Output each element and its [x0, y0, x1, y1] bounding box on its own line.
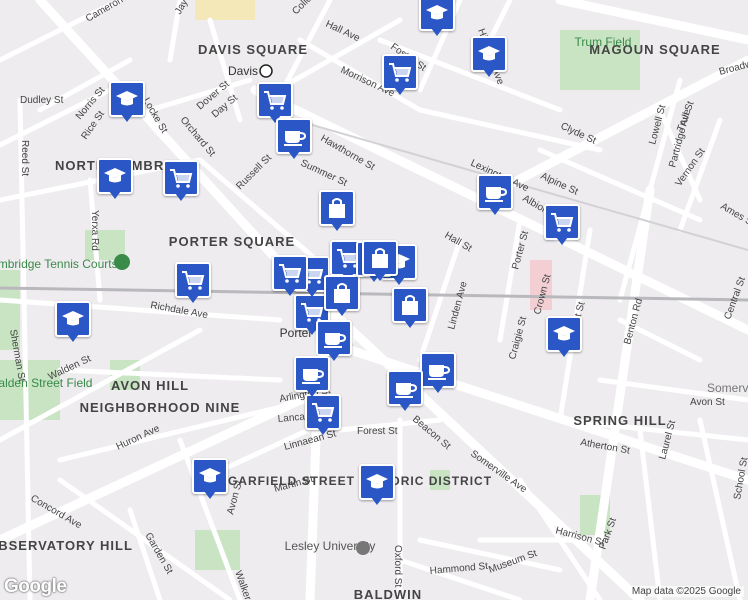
cafe-marker[interactable] — [276, 118, 312, 162]
street-label-yerxa-rd: Yerxa Rd — [89, 210, 100, 251]
shopping-marker[interactable] — [324, 275, 360, 319]
poi-label-trum-field: Trum Field — [575, 35, 632, 49]
school-icon — [97, 158, 133, 194]
marker-tip — [404, 320, 416, 328]
grocery-icon — [257, 82, 293, 118]
area-label-baldwin: BALDWIN — [354, 587, 422, 600]
marker-tip — [204, 491, 216, 499]
cafe-icon — [420, 352, 456, 388]
school-marker[interactable] — [359, 464, 395, 508]
school-icon — [109, 81, 145, 117]
poi-label-walden-field: Walden Street Field — [0, 376, 92, 390]
cafe-icon — [316, 320, 352, 356]
street-label-oxford-st: Oxford St — [392, 545, 403, 587]
marker-tip — [483, 69, 495, 77]
shopping-icon — [392, 287, 428, 323]
school-icon — [546, 316, 582, 352]
poi-label-davis: Davis — [228, 64, 258, 78]
university-icon[interactable] — [356, 541, 370, 555]
marker-tip — [306, 389, 318, 397]
grocery-marker[interactable] — [175, 262, 211, 306]
marker-tip — [431, 28, 443, 36]
cafe-marker[interactable] — [477, 174, 513, 218]
street-label-reed-st: Reed St — [19, 140, 30, 176]
school-icon — [55, 301, 91, 337]
grocery-marker[interactable] — [544, 204, 580, 248]
marker-tip — [67, 334, 79, 342]
area-label-porter-square: PORTER SQUARE — [169, 234, 295, 249]
school-marker[interactable] — [471, 36, 507, 80]
grocery-marker[interactable] — [272, 255, 308, 299]
school-marker[interactable] — [97, 158, 133, 202]
cafe-icon — [294, 356, 330, 392]
area-label-neighborhood-nine: NEIGHBORHOOD NINE — [80, 400, 241, 415]
marker-tip — [187, 295, 199, 303]
school-icon — [359, 464, 395, 500]
map-attribution: Map data ©2025 Google — [628, 586, 744, 597]
shopping-marker[interactable] — [319, 190, 355, 234]
google-logo: Google — [4, 576, 67, 597]
grocery-marker[interactable] — [382, 54, 418, 98]
marker-tip — [399, 403, 411, 411]
marker-tip — [121, 114, 133, 122]
grocery-icon — [382, 54, 418, 90]
cafe-icon — [276, 118, 312, 154]
school-marker[interactable] — [192, 458, 228, 502]
marker-tip — [556, 237, 568, 245]
marker-tip — [284, 288, 296, 296]
park-icon[interactable] — [114, 254, 130, 270]
marker-tip — [432, 385, 444, 393]
grocery-icon — [544, 204, 580, 240]
cafe-marker[interactable] — [294, 356, 330, 400]
marker-tip — [336, 308, 348, 316]
grocery-icon — [163, 160, 199, 196]
shopping-icon — [319, 190, 355, 226]
shopping-icon — [324, 275, 360, 311]
area-label-avon-hill: AVON HILL — [111, 378, 189, 393]
school-marker[interactable] — [109, 81, 145, 125]
highlight-area — [195, 0, 255, 20]
area-label-davis-square: DAVIS SQUARE — [198, 42, 308, 57]
street-label-avon-st: Avon St — [690, 397, 725, 408]
grocery-marker[interactable] — [163, 160, 199, 204]
marker-tip — [288, 151, 300, 159]
poi-label-tennis: Cambridge Tennis Courts — [0, 257, 118, 271]
cafe-icon — [477, 174, 513, 210]
grocery-icon — [272, 255, 308, 291]
grocery-icon — [175, 262, 211, 298]
street-label-forest-st: Forest St — [357, 426, 398, 437]
marker-tip — [489, 207, 501, 215]
school-marker[interactable] — [55, 301, 91, 345]
school-icon — [419, 0, 455, 31]
school-marker[interactable] — [419, 0, 455, 39]
area-label-observatory-hill: OBSERVATORY HILL — [0, 538, 133, 553]
poi-label-somerville: Somerville — [707, 381, 748, 395]
marker-tip — [175, 193, 187, 201]
school-icon — [471, 36, 507, 72]
shopping-marker[interactable] — [362, 240, 398, 284]
school-icon — [192, 458, 228, 494]
marker-tip — [109, 191, 121, 199]
cafe-marker[interactable] — [387, 370, 423, 414]
shopping-icon — [362, 240, 398, 276]
area-label-spring-hill: SPRING HILL — [573, 413, 666, 428]
school-marker[interactable] — [546, 316, 582, 360]
shopping-marker[interactable] — [392, 287, 428, 331]
marker-tip — [394, 87, 406, 95]
marker-tip — [317, 427, 329, 435]
marker-tip — [558, 349, 570, 357]
cafe-marker[interactable] — [420, 352, 456, 396]
cafe-icon — [387, 370, 423, 406]
grocery-marker[interactable] — [305, 394, 341, 438]
marker-tip — [371, 497, 383, 505]
transit-station-icon[interactable] — [259, 64, 273, 78]
marker-tip — [331, 223, 343, 231]
street-label-dudley-st: Dudley St — [20, 95, 64, 106]
marker-tip — [374, 273, 386, 281]
